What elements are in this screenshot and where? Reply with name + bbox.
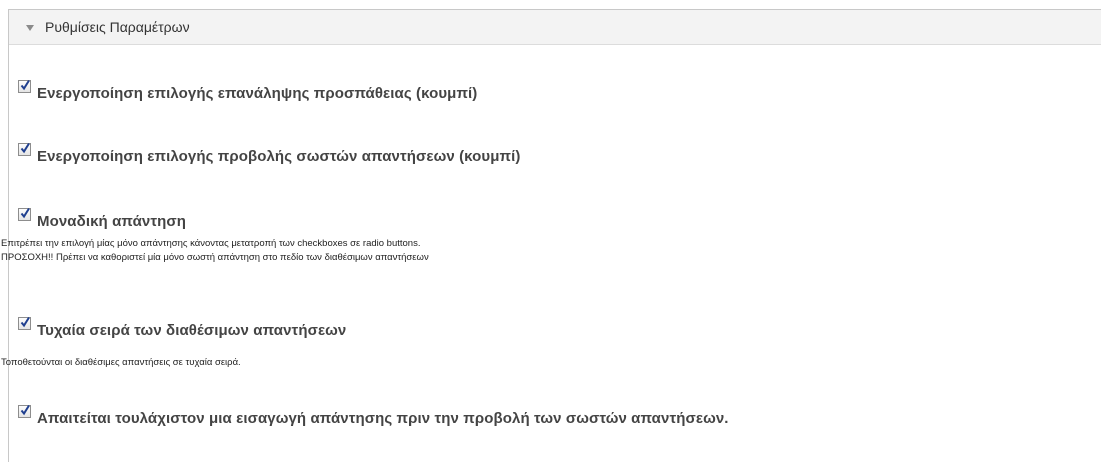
retry-button-label[interactable]: Ενεργοποίηση επιλογής επανάληψης προσπάθ…: [37, 85, 477, 102]
single-answer-description: Επιτρέπει την επιλογή μίας μόνο απάντηση…: [1, 238, 421, 249]
random-order-label[interactable]: Τυχαία σειρά των διαθέσιμων απαντήσεων: [37, 322, 346, 339]
checkmark-icon: [20, 404, 30, 416]
checkmark-icon: [20, 207, 30, 219]
random-order-checkbox[interactable]: [18, 316, 31, 330]
checkmark-icon: [20, 79, 30, 91]
require-answer-label[interactable]: Απαιτείται τουλάχιστον μια εισαγωγή απάν…: [37, 410, 729, 427]
random-order-description: Τοποθετούνται οι διαθέσιμες απαντήσεις σ…: [1, 357, 241, 368]
show-answers-label[interactable]: Ενεργοποίηση επιλογής προβολής σωστών απ…: [37, 148, 520, 165]
single-answer-label[interactable]: Μοναδική απάντηση: [37, 213, 186, 230]
checkmark-icon: [20, 142, 30, 154]
require-answer-checkbox[interactable]: [18, 404, 31, 418]
settings-fieldset: Ρυθμίσεις Παραμέτρων: [8, 9, 1101, 462]
settings-section-header[interactable]: Ρυθμίσεις Παραμέτρων: [9, 10, 1101, 45]
single-answer-warning: ΠΡΟΣΟΧΗ!! Πρέπει να καθοριστεί μία μόνο …: [1, 252, 429, 263]
show-answers-checkbox[interactable]: [18, 142, 31, 156]
settings-section-title: Ρυθμίσεις Παραμέτρων: [45, 19, 190, 35]
retry-button-checkbox[interactable]: [18, 79, 31, 93]
single-answer-checkbox[interactable]: [18, 207, 31, 221]
checkmark-icon: [20, 316, 30, 328]
triangle-down-icon[interactable]: [26, 25, 34, 31]
